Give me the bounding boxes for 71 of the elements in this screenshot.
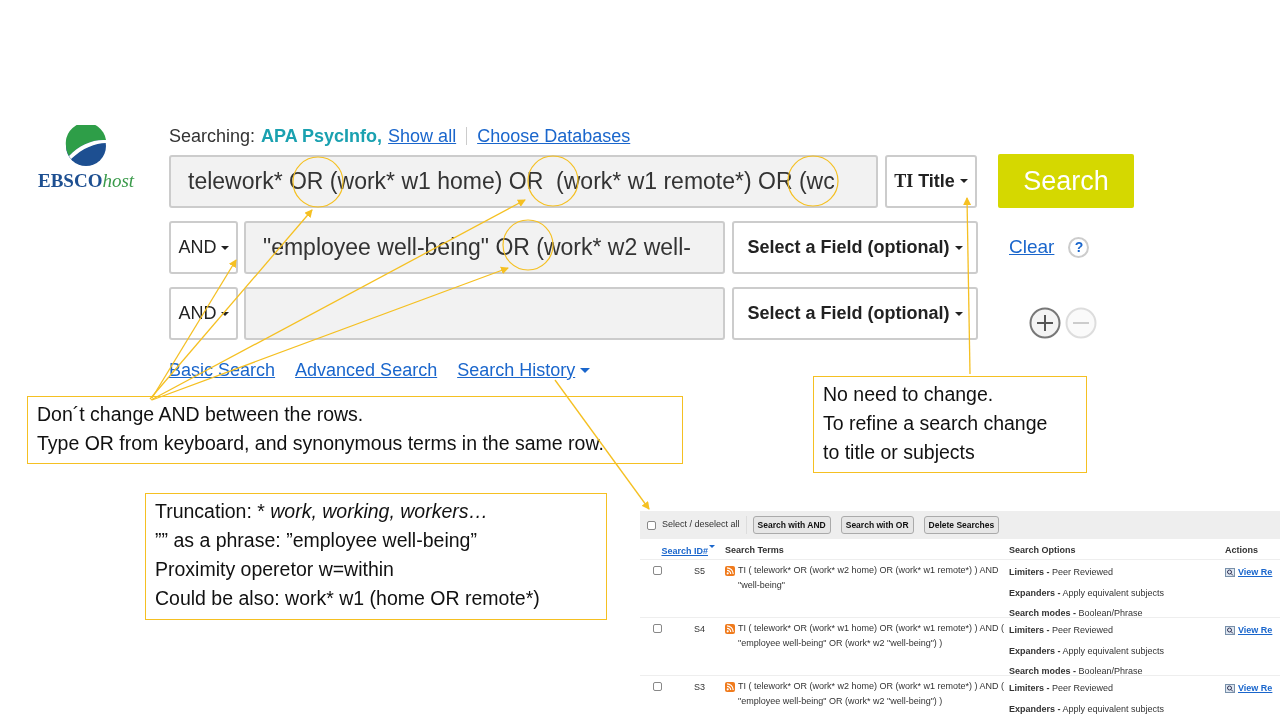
caret-icon	[220, 245, 229, 250]
callout-text: To refine a search change	[823, 411, 1049, 436]
search-id: S4	[693, 623, 706, 636]
callout-text: Could be also: work* w1 (home OR remote*)	[155, 586, 541, 611]
checkbox[interactable]	[647, 520, 656, 530]
callout-text: Proximity operetor w=within	[155, 557, 395, 582]
field-select[interactable]: Select a Field (optional)	[732, 221, 978, 274]
callout-text: Truncation: *work, working, workers…	[155, 499, 490, 524]
choose-databases-link[interactable]: Choose Databases	[477, 122, 631, 150]
database-name: APA PsycInfo,	[261, 124, 383, 148]
history-button[interactable]: Search with AND	[752, 516, 831, 534]
column-header[interactable]: Search ID#	[661, 545, 708, 557]
callout-text: to title or subjects	[823, 440, 976, 465]
add-row-icon[interactable]	[1029, 306, 1061, 339]
caret-icon	[954, 245, 963, 250]
history-button[interactable]: Search with OR	[840, 516, 914, 534]
search-option: Search modes - Boolean/Phrase	[1009, 665, 1225, 679]
callout-text: ”” as a phrase: ”employee well-being”	[155, 528, 478, 553]
search-terms: TI ( telework* OR (work* w2 home) OR (work* w1 remote*) ) AND ( "employee well-being" OR (work* w2 "well-being") )	[738, 680, 1006, 708]
column-header: Search Options	[1009, 544, 1077, 558]
field-select[interactable]: TI Title	[885, 154, 977, 208]
callout-text: Type OR from keyboard, and synonymous terms in the same row.	[37, 431, 605, 456]
caret-icon	[954, 311, 963, 316]
search-option: Expanders - Apply equivalent subjects	[1009, 586, 1225, 600]
history-button[interactable]: Delete Searches	[923, 516, 1000, 534]
nav-link[interactable]: Search History	[457, 357, 591, 384]
callout-text: No need to change.	[823, 382, 995, 407]
search-option: Expanders - Apply equivalent subjects	[1009, 702, 1225, 716]
search-option: Limiters - Peer Reviewed	[1009, 682, 1225, 696]
field-label: Select a Field (optional)	[747, 236, 950, 259]
operator-select[interactable]: AND	[169, 221, 238, 274]
checkbox[interactable]	[653, 682, 662, 691]
nav-link[interactable]: Advanced Search	[295, 357, 438, 384]
rss-icon[interactable]	[725, 566, 735, 576]
search-option: Expanders - Apply equivalent subjects	[1009, 644, 1225, 658]
view-results-link[interactable]: View Re	[1238, 624, 1273, 638]
rss-icon[interactable]	[725, 624, 735, 634]
field-label: Select a Field (optional)	[747, 302, 950, 325]
callout-text: Don´t change AND between the rows.	[37, 402, 365, 427]
column-header: Actions	[1225, 544, 1259, 558]
search-id: S3	[693, 681, 706, 694]
search-option: Limiters - Peer Reviewed	[1009, 624, 1225, 638]
query-field[interactable]	[244, 287, 725, 340]
magnifier-icon	[1225, 568, 1235, 578]
caret-icon	[220, 311, 229, 316]
view-results-link[interactable]: View Re	[1238, 682, 1273, 696]
search-terms: TI ( telework* OR (work* w2 home) OR (work* w1 remote*) ) AND "well-being"	[738, 564, 1000, 592]
checkbox[interactable]	[653, 624, 662, 633]
search-id: S5	[693, 565, 706, 578]
field-code: TI	[894, 169, 914, 193]
clear-link[interactable]: Clear	[1009, 233, 1055, 262]
caret-icon	[709, 545, 715, 548]
searching-label: Searching:	[169, 124, 256, 148]
search-option: Limiters - Peer Reviewed	[1009, 566, 1225, 580]
magnifier-icon	[1225, 684, 1235, 694]
help-icon[interactable]: ?	[1068, 237, 1090, 258]
view-results-link[interactable]: View Re	[1238, 566, 1273, 580]
field-select[interactable]: Select a Field (optional)	[732, 287, 978, 340]
magnifier-icon	[1225, 626, 1235, 636]
column-header: Search Terms	[724, 544, 785, 558]
logo-wordmark: EBSCOhost	[38, 171, 135, 190]
show-all-link[interactable]: Show all	[388, 122, 457, 150]
logo-icon	[65, 125, 108, 167]
search-terms: TI ( telework* OR (work* w1 home) OR (work* w1 remote*) ) AND ( "employee well-being" OR (work* w2 "well-being") )	[738, 622, 1006, 650]
search-option: Search modes - Boolean/Phrase	[1009, 607, 1225, 621]
rss-icon[interactable]	[725, 682, 735, 692]
checkbox[interactable]	[653, 566, 662, 575]
caret-icon	[580, 368, 591, 373]
caret-icon	[959, 179, 968, 183]
field-label: Title	[918, 169, 955, 193]
select-all-label: Select / deselect all	[662, 518, 740, 532]
